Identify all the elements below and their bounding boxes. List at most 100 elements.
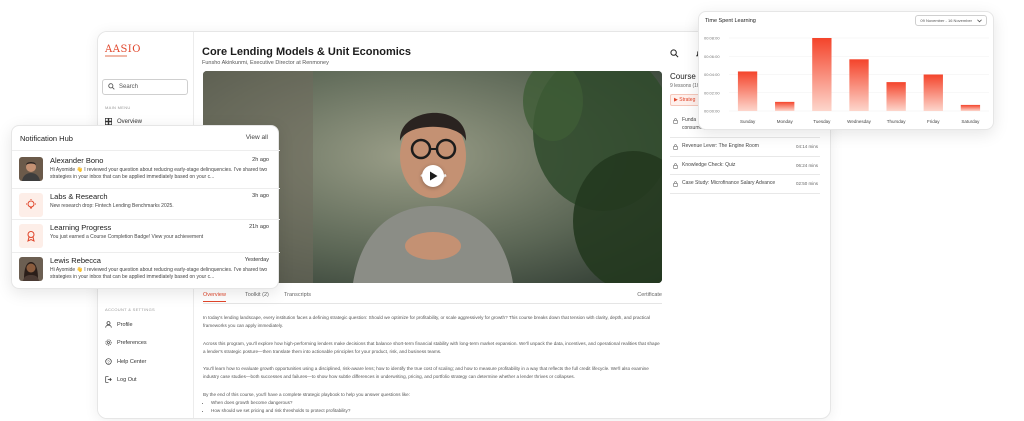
divider [12, 252, 280, 253]
notification-text: Hi Ayomide 👋 I reviewed your question ab… [50, 167, 268, 180]
lesson-duration: 04:14 mins [795, 144, 818, 149]
bar-thursday[interactable] [886, 82, 906, 111]
page-title: Core Lending Models & Unit Economics [202, 46, 412, 58]
lock-icon [673, 181, 678, 187]
y-tick-label: 00:08:00 [704, 36, 720, 41]
search-icon[interactable] [670, 49, 679, 58]
notification-sender: Learning Progress [50, 223, 112, 232]
x-tick-label: Sunday [740, 119, 756, 124]
active-lesson-label: Strateg [679, 97, 696, 103]
bar-wednesday[interactable] [849, 59, 869, 111]
lock-icon [673, 144, 678, 150]
notification-time: 21h ago [249, 224, 269, 230]
instructor: Funsho Akinkunmi, Executive Director at … [202, 60, 329, 66]
search-input[interactable]: Search [102, 79, 188, 95]
list-item: When does growth become dangerous? [211, 399, 662, 407]
y-tick-label: 00:02:00 [704, 90, 720, 95]
bar-sunday[interactable] [737, 71, 758, 111]
lesson-item[interactable]: Revenue Lever: The Engine Room 04:14 min… [670, 138, 820, 157]
bar-saturday[interactable] [960, 104, 981, 111]
notification-item[interactable]: Lewis Rebecca Yesterday Hi Ayomide 👋 I r… [19, 256, 273, 286]
x-tick-label: Saturday [961, 119, 980, 124]
sidebar-item-label: Overview [117, 118, 143, 125]
tab-overview[interactable]: Overview [203, 292, 226, 302]
content-tabs: Overview Toolkit (2) Transcripts Certifi… [203, 292, 662, 304]
x-tick-label: Monday [777, 119, 794, 124]
lesson-name: Case Study: Microfinance Salary Advance [682, 180, 776, 186]
gear-icon [105, 339, 112, 346]
x-tick-label: Thursday [887, 119, 907, 124]
notification-time: 3h ago [252, 193, 269, 199]
main-menu-label: MAIN MENU [105, 105, 131, 110]
notification-time: Yesterday [244, 257, 269, 263]
sidebar-item-label: Help Center [117, 358, 147, 365]
notification-sender: Alexander Bono [50, 156, 104, 165]
notification-sender: Lewis Rebecca [50, 256, 101, 265]
logo-underline [105, 55, 127, 57]
search-icon [108, 83, 115, 90]
user-icon [105, 321, 112, 328]
paragraph: Across this program, you'll explore how … [203, 340, 660, 354]
notification-item[interactable]: Labs & Research 3h ago New research drop… [19, 192, 273, 222]
notification-hub: Notification Hub View all Alexander Bono… [11, 125, 280, 289]
tab-certificate[interactable]: Certificate [637, 292, 662, 298]
lock-icon [673, 118, 678, 124]
svg-text:?: ? [107, 359, 110, 364]
notification-item[interactable]: Alexander Bono 2h ago Hi Ayomide 👋 I rev… [19, 156, 273, 186]
notification-hub-title: Notification Hub [20, 134, 73, 143]
time-spent-learning-card: Time Spent Learning 09 November - 16 Nov… [698, 11, 994, 130]
divider [12, 219, 280, 220]
badge-icon [19, 224, 43, 248]
sidebar-item-profile[interactable]: Profile [105, 321, 133, 328]
lightbulb-icon [19, 193, 43, 217]
logo: AASIO [105, 44, 141, 55]
notification-text: Hi Ayomide 👋 I reviewed your question ab… [50, 267, 268, 280]
lesson-duration: 06:24 mins [795, 162, 818, 168]
divider [12, 188, 280, 189]
play-button[interactable] [422, 165, 444, 187]
help-icon: ? [105, 358, 112, 365]
course-description: In today's lending landscape, every inst… [203, 314, 662, 416]
bar-friday[interactable] [923, 74, 943, 112]
date-range-select[interactable]: 09 November - 16 November [915, 15, 987, 26]
sidebar-item-overview[interactable]: Overview [105, 118, 142, 125]
lesson-item[interactable]: Case Study: Microfinance Salary Advance … [670, 175, 820, 194]
lesson-duration: 02:50 mins [795, 181, 818, 186]
tab-transcripts[interactable]: Transcripts [284, 292, 311, 298]
bar-tuesday[interactable] [812, 38, 832, 111]
view-all-link[interactable]: View all [246, 134, 268, 141]
lesson-name: Knowledge Check: Quiz [682, 161, 736, 168]
notification-time: 2h ago [252, 157, 269, 163]
stage: AASIO Search MAIN MENU Overview ACCOUNT … [0, 0, 1024, 421]
date-range-label: 09 November - 16 November [920, 18, 972, 23]
notification-text: You just earned a Course Completion Badg… [50, 234, 204, 240]
chevron-down-icon [977, 19, 982, 23]
bar-monday[interactable] [775, 101, 795, 111]
list-item: How should we set pricing and risk thres… [211, 407, 662, 415]
sidebar-item-label: Log Out [117, 376, 137, 383]
account-settings-label: ACCOUNT & SETTINGS [105, 307, 155, 312]
lesson-item[interactable]: Knowledge Check: Quiz 06:24 mins [670, 157, 820, 175]
paragraph: In today's lending landscape, every inst… [203, 315, 650, 329]
sidebar-item-log-out[interactable]: Log Out [105, 376, 137, 383]
y-tick-label: 00:00:00 [704, 109, 720, 114]
notification-text: New research drop: Fintech Lending Bench… [50, 203, 174, 209]
question-list: When does growth become dangerous? How s… [211, 399, 662, 416]
paragraph: By the end of this course, you'll have a… [203, 391, 410, 397]
paragraph: You'll learn how to evaluate growth oppo… [203, 366, 649, 380]
notification-item[interactable]: Learning Progress 21h ago You just earne… [19, 223, 273, 253]
notification-sender: Labs & Research [50, 192, 108, 201]
sidebar-item-label: Preferences [117, 339, 147, 346]
y-tick-label: 00:04:00 [704, 72, 720, 77]
lock-icon [673, 162, 678, 169]
sidebar-item-help-center[interactable]: ? Help Center [105, 358, 146, 365]
x-tick-label: Tuesday [813, 119, 831, 124]
tab-toolkit[interactable]: Toolkit (2) [245, 292, 269, 298]
x-tick-label: Wednesday [847, 119, 871, 124]
y-tick-label: 00:06:00 [704, 54, 720, 59]
divider [12, 150, 280, 151]
avatar [19, 257, 43, 281]
sidebar-item-preferences[interactable]: Preferences [105, 339, 147, 346]
search-placeholder: Search [119, 84, 139, 90]
logout-icon [105, 376, 112, 383]
